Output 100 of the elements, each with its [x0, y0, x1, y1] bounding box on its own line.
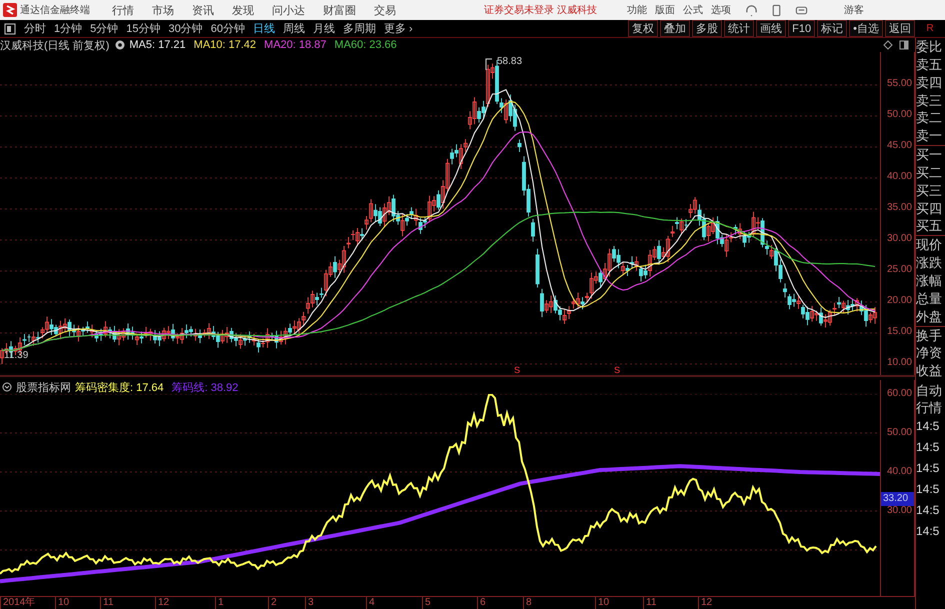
- toolbar-button[interactable]: 统计: [724, 20, 754, 37]
- period-tab[interactable]: 30分钟: [168, 21, 203, 36]
- quote-label: 卖四: [916, 74, 943, 92]
- quote-label: 卖三: [916, 92, 943, 110]
- period-tab[interactable]: 月线: [313, 21, 335, 36]
- quote-label: 买一: [916, 146, 943, 164]
- menu-item[interactable]: 资讯: [192, 2, 214, 18]
- window-icon[interactable]: [899, 40, 909, 50]
- date-axis-label: 5: [422, 597, 431, 609]
- indicator-value: MA5: 17.21: [129, 39, 186, 51]
- trade-time: 14:5: [916, 502, 940, 519]
- circle-icon[interactable]: [2, 382, 12, 392]
- indicator-axis-label: 30.00: [886, 505, 912, 516]
- headset-icon[interactable]: [744, 4, 758, 16]
- panel-toggle-icon[interactable]: [4, 22, 16, 34]
- menu-item[interactable]: 问小达: [272, 2, 305, 18]
- toolbar-button[interactable]: 多股: [692, 20, 722, 37]
- quote-label: 换手: [916, 326, 943, 344]
- period-tab[interactable]: 多周期: [343, 21, 376, 36]
- period-tab[interactable]: 分时: [24, 21, 46, 36]
- date-axis-label: 2: [268, 597, 277, 609]
- quote-label: 买五: [916, 217, 945, 236]
- price-axis-label: 50.00: [886, 109, 912, 120]
- period-tab[interactable]: 日线: [253, 21, 275, 36]
- menu-item[interactable]: 公式: [682, 3, 703, 17]
- price-axis-label: 40.00: [886, 171, 912, 182]
- date-axis-label: 11: [100, 597, 114, 609]
- toolbar-button[interactable]: 返回: [885, 20, 915, 37]
- toolbar-button[interactable]: •自选: [849, 20, 883, 37]
- price-axis-label: 15.00: [886, 326, 912, 337]
- corner-label: R: [925, 23, 935, 34]
- quote-label: 卖二: [916, 109, 943, 128]
- menu-item[interactable]: 市场: [152, 2, 174, 18]
- sell-signal: S: [614, 365, 620, 375]
- current-value-badge: 33.20: [881, 492, 914, 506]
- price-axis-label: 25.00: [886, 264, 912, 275]
- toolbar-button[interactable]: F10: [788, 20, 816, 37]
- diamond-icon[interactable]: [883, 40, 893, 50]
- menu-item[interactable]: 财富圈: [323, 2, 356, 18]
- period-tab[interactable]: 15分钟: [126, 21, 160, 36]
- date-axis-label: 12: [698, 597, 712, 609]
- menu-item[interactable]: 选项: [710, 3, 731, 17]
- period-tab[interactable]: 更多 ›: [384, 21, 413, 36]
- price-axis-label: 55.00: [886, 78, 912, 89]
- indicator-axis-label: 40.00: [886, 466, 912, 477]
- quote-label: 净资: [916, 344, 943, 362]
- toolbar-button[interactable]: 复权: [628, 20, 658, 37]
- quote-label: 外盘: [916, 308, 945, 326]
- date-axis-label: 2014年: [0, 597, 36, 609]
- date-axis-label: 10: [595, 597, 610, 609]
- menu-item[interactable]: 交易: [374, 2, 396, 18]
- quote-label: 委比: [916, 38, 943, 56]
- indicator-value: MA10: 17.42: [194, 39, 256, 51]
- date-axis-label: 6: [477, 597, 486, 609]
- toolbar-button[interactable]: 标记: [817, 20, 848, 37]
- chart-title: 汉威科技(日线 前复权): [0, 38, 110, 52]
- menu-item[interactable]: 行情: [112, 2, 134, 18]
- quote-label: 买三: [916, 182, 943, 200]
- period-tab[interactable]: 5分钟: [90, 21, 118, 36]
- quote-label: 现价: [916, 236, 943, 254]
- menu-item[interactable]: 发现: [232, 2, 254, 18]
- quote-label: 卖五: [916, 56, 943, 74]
- quote-label: 卖一: [916, 127, 945, 146]
- menu-item[interactable]: 版面: [654, 3, 675, 17]
- message-icon[interactable]: [794, 4, 808, 16]
- date-axis-label: 12: [155, 597, 170, 609]
- toolbar-button[interactable]: 画线: [756, 20, 786, 37]
- period-tab[interactable]: 60分钟: [210, 21, 245, 36]
- indicator-value: 筹码线: 38.92: [172, 380, 238, 394]
- quote-label: 涨跌: [916, 254, 943, 272]
- indicator-value: 筹码密集度: 17.64: [75, 380, 164, 394]
- sell-signal: S: [514, 365, 520, 375]
- date-axis-label: 4: [366, 597, 375, 609]
- peak-marker-icon: [485, 58, 493, 70]
- quote-label: 买二: [916, 164, 943, 182]
- trade-time: 14:5: [916, 523, 940, 540]
- price-axis-label: 30.00: [886, 233, 912, 244]
- menu-item[interactable]: 功能: [626, 3, 647, 17]
- date-axis-label: 10: [55, 597, 70, 609]
- indicator-axis-label: 60.00: [886, 388, 912, 399]
- phone-icon[interactable]: [770, 4, 783, 16]
- toolbar-button[interactable]: 叠加: [660, 20, 690, 37]
- date-axis-label: 11: [643, 597, 656, 609]
- period-tab[interactable]: 周线: [283, 21, 305, 36]
- date-axis-label: 1: [215, 597, 224, 609]
- trade-time: 14:5: [916, 439, 940, 456]
- indicator-value: MA60: 23.66: [334, 39, 397, 51]
- app-logo-icon: [3, 3, 17, 17]
- high-price-label: 58.83: [497, 56, 522, 67]
- trade-time: 14:5: [916, 418, 940, 435]
- trade-time: 14:5: [916, 460, 940, 477]
- quote-label: 涨幅: [916, 272, 943, 290]
- indicator-value: MA20: 18.87: [264, 39, 326, 51]
- indicator-axis-label: 50.00: [886, 427, 912, 438]
- price-axis-label: 45.00: [886, 140, 912, 151]
- period-tab[interactable]: 1分钟: [54, 21, 82, 36]
- quote-label: 收益: [916, 362, 943, 380]
- user-label[interactable]: 游客: [844, 3, 864, 17]
- tape-header: 行情: [916, 399, 943, 416]
- indicator-title: 股票指标网: [16, 380, 71, 394]
